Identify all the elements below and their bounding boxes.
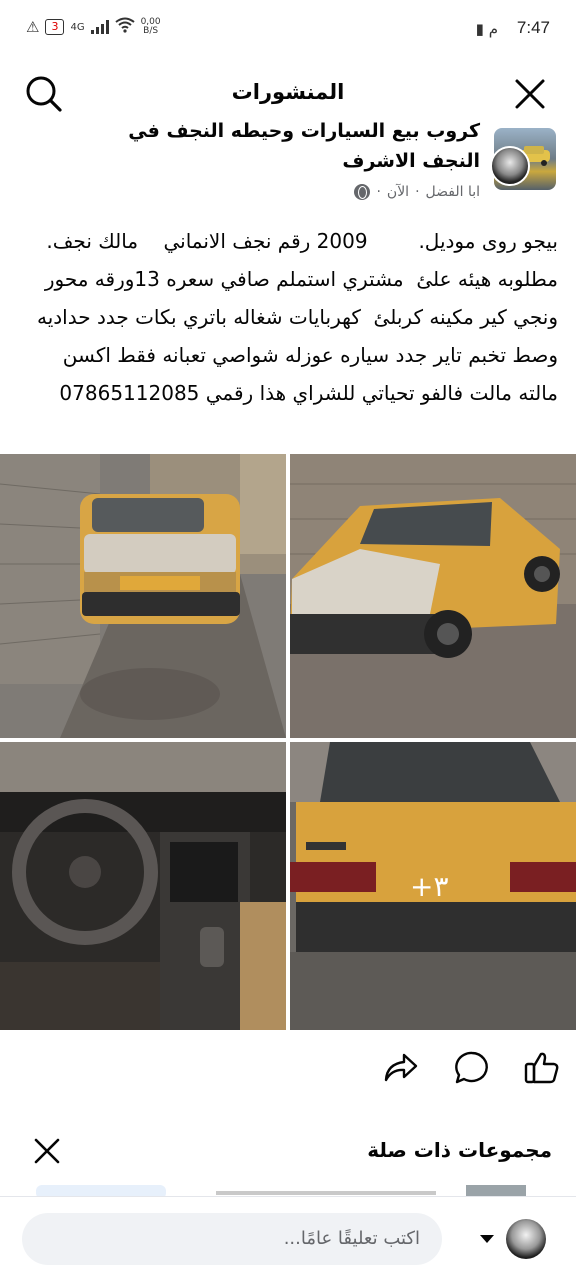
related-title: مجموعات ذات صلة bbox=[367, 1138, 552, 1162]
network-type: 4G bbox=[70, 21, 85, 33]
net-speed: 0,00 B/S bbox=[141, 18, 161, 36]
post-time[interactable]: الآن bbox=[387, 184, 409, 200]
status-bar: ⚠ 3 4G 0,00 B/S ▮ م 7:47 bbox=[0, 0, 576, 58]
rear-plate-text: +٣ bbox=[410, 870, 449, 903]
comment-icon bbox=[455, 1051, 488, 1084]
sim-icon: ▮ bbox=[475, 20, 484, 38]
photo-car-side[interactable] bbox=[290, 454, 576, 738]
author-name[interactable]: ابا الفضل bbox=[426, 184, 480, 200]
comment-bar: اكتب تعليقًا عامًا... bbox=[0, 1196, 576, 1280]
close-icon bbox=[515, 79, 545, 109]
battery-level: 3 bbox=[51, 20, 59, 33]
post-header: كروب بيع السيارات وحيطه النجف في النجف ا… bbox=[0, 118, 576, 214]
globe-icon bbox=[354, 184, 371, 200]
related-close-button[interactable] bbox=[30, 1134, 64, 1168]
meta-separator-2: · bbox=[376, 184, 381, 200]
close-icon bbox=[34, 1138, 60, 1164]
related-groups: مجموعات ذات صلة bbox=[0, 1118, 576, 1198]
like-button[interactable] bbox=[520, 1046, 564, 1090]
comment-button[interactable] bbox=[450, 1046, 494, 1090]
page-title: المنشورات bbox=[231, 80, 345, 104]
wifi-icon bbox=[114, 17, 135, 37]
photo-car-interior[interactable] bbox=[0, 742, 286, 1030]
post-meta: ابا الفضل · الآن · bbox=[354, 184, 480, 200]
battery-icon: 3 bbox=[45, 19, 65, 35]
status-left: ⚠ 3 4G 0,00 B/S bbox=[26, 17, 161, 37]
status-right: ▮ م bbox=[476, 20, 498, 38]
post-actions bbox=[0, 1038, 576, 1098]
chevron-down-icon[interactable] bbox=[480, 1235, 494, 1243]
group-name[interactable]: كروب بيع السيارات وحيطه النجف في النجف ا… bbox=[100, 118, 480, 176]
warning-icon: ⚠ bbox=[26, 18, 40, 36]
share-icon bbox=[384, 1053, 418, 1082]
post-body: بيجو روى موديل. 2009 رقم نجف الانماني ما… bbox=[8, 229, 558, 405]
photo-car-front-alley[interactable] bbox=[0, 454, 286, 738]
am-pm: م bbox=[488, 20, 498, 38]
meta-separator: · bbox=[415, 184, 420, 200]
commenter-avatar[interactable] bbox=[506, 1219, 546, 1259]
close-button[interactable] bbox=[508, 72, 552, 116]
signal-icon bbox=[90, 20, 109, 34]
comment-input[interactable]: اكتب تعليقًا عامًا... bbox=[22, 1213, 442, 1265]
net-speed-unit: B/S bbox=[143, 26, 159, 36]
share-button[interactable] bbox=[378, 1046, 422, 1090]
thumbs-up-icon bbox=[524, 1052, 559, 1084]
author-avatar[interactable] bbox=[490, 146, 530, 186]
clock: 7:47 bbox=[516, 18, 550, 37]
photo-grid bbox=[0, 454, 576, 1030]
